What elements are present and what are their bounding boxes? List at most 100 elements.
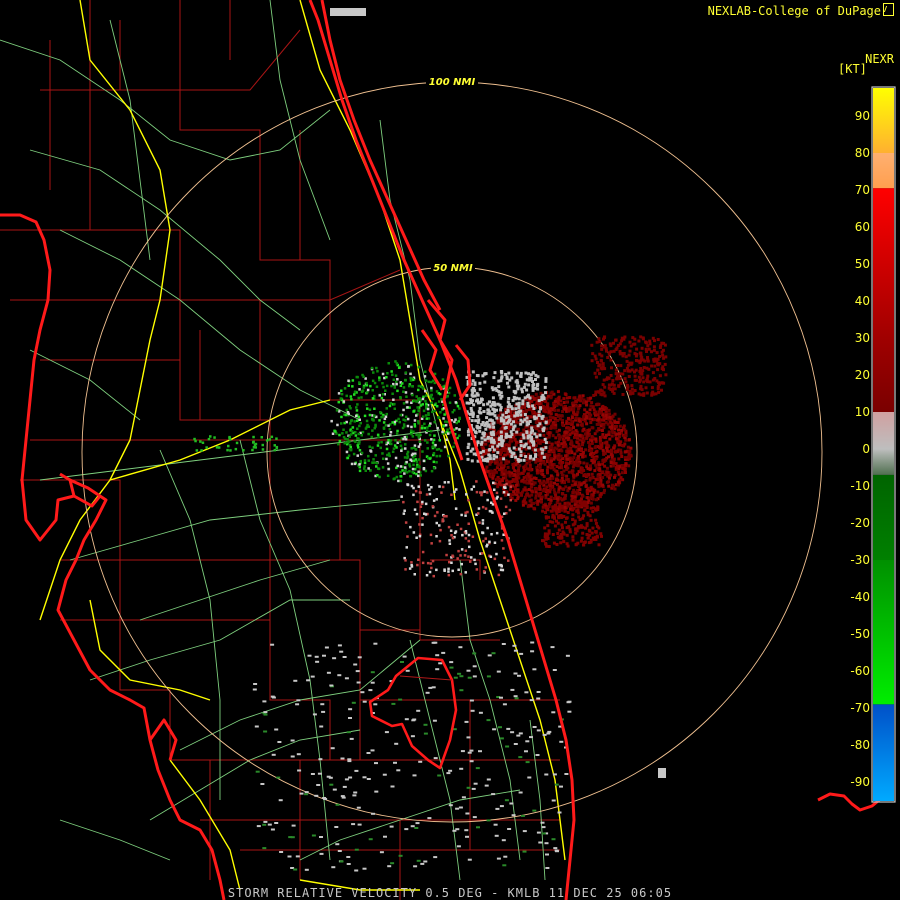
- echo-near-zero: [504, 415, 508, 419]
- echo-clutter: [551, 711, 556, 714]
- echo-inbound: [438, 454, 442, 458]
- echo-clutter: [520, 814, 525, 817]
- echo-outbound: [551, 533, 555, 536]
- echo-outbound: [602, 337, 605, 341]
- echo-near-zero: [519, 418, 523, 422]
- echo-outbound: [590, 401, 594, 405]
- echo-outbound: [633, 389, 637, 392]
- echo-inbound: [416, 406, 419, 409]
- echo-clutter: [412, 774, 417, 777]
- echo-mixed: [417, 485, 420, 488]
- echo-outbound: [524, 464, 528, 468]
- echo-mixed: [447, 567, 450, 571]
- echo-clutter: [495, 807, 500, 810]
- echo-inbound: [418, 440, 422, 443]
- echo-outbound: [548, 415, 552, 419]
- echo-near-zero: [476, 440, 480, 444]
- echo-inbound: [410, 447, 413, 450]
- echo-outbound: [663, 362, 667, 366]
- echo-mixed: [431, 559, 435, 563]
- echo-mixed: [449, 529, 453, 532]
- echo-mixed: [481, 552, 484, 555]
- echo-near-zero: [527, 446, 531, 450]
- echo-clutter: [339, 650, 344, 653]
- echo-mixed: [459, 572, 463, 576]
- echo-outbound: [548, 520, 552, 524]
- echo-outbound: [513, 473, 517, 477]
- echo-outbound: [627, 438, 631, 442]
- echo-outbound: [524, 410, 528, 414]
- echo-inbound: [242, 449, 245, 452]
- echo-inbound: [234, 447, 238, 451]
- echo-outbound: [566, 501, 570, 505]
- echo-outbound: [591, 497, 595, 501]
- echo-outbound: [565, 396, 569, 400]
- echo-near-zero: [504, 426, 508, 429]
- echo-outbound: [581, 494, 585, 498]
- colorbar-band-darkred: [873, 338, 894, 412]
- echo-inbound: [417, 365, 421, 369]
- echo-outbound: [594, 411, 598, 415]
- echo-clutter: [459, 767, 464, 770]
- echo-mixed: [435, 498, 438, 501]
- echo-near-zero: [519, 454, 523, 457]
- echo-outbound: [624, 355, 628, 359]
- echo-clutter: [478, 750, 482, 753]
- echo-outbound: [567, 436, 571, 440]
- echo-inbound: [393, 420, 397, 424]
- echo-clutter: [340, 795, 345, 798]
- echo-mixed: [470, 488, 473, 491]
- echo-clutter: [502, 703, 507, 706]
- echo-mixed: [447, 481, 450, 484]
- echo-outbound: [601, 383, 605, 387]
- colorbar-band-gray-bottom: [873, 449, 894, 475]
- echo-outbound: [589, 464, 592, 468]
- echo-outbound: [566, 489, 570, 493]
- echo-outbound: [650, 350, 653, 354]
- echo-inbound: [432, 438, 436, 442]
- echo-inbound: [361, 430, 365, 434]
- echo-inbound: [200, 449, 203, 452]
- echo-inbound: [417, 384, 421, 388]
- echo-outbound: [645, 366, 649, 370]
- echo-clutter: [411, 719, 416, 722]
- echo-inbound: [432, 460, 436, 464]
- echo-outbound: [566, 466, 570, 470]
- echo-inbound: [448, 386, 452, 390]
- echo-mixed: [474, 562, 477, 566]
- echo-inbound: [404, 371, 408, 374]
- echo-inbound: [349, 395, 353, 398]
- echo-inbound: [392, 398, 395, 401]
- echo-clutter: [335, 843, 340, 846]
- echo-inbound: [402, 437, 405, 441]
- echo-inbound: [373, 414, 376, 417]
- echo-mixed: [403, 509, 406, 512]
- echo-inbound: [375, 366, 378, 370]
- echo-outbound: [502, 472, 506, 476]
- echo-outbound: [639, 387, 643, 391]
- echo-clutter: [464, 720, 469, 723]
- echo-outbound: [555, 519, 558, 523]
- echo-inbound: [253, 443, 257, 447]
- echo-inbound: [395, 382, 398, 386]
- echo-outbound: [585, 403, 589, 407]
- echo-outbound: [562, 540, 566, 544]
- echo-outbound: [571, 479, 575, 483]
- echo-mixed: [503, 512, 506, 515]
- echo-outbound: [576, 423, 580, 427]
- echo-inbound: [406, 450, 410, 454]
- echo-outbound: [556, 408, 560, 412]
- echo-outbound: [618, 350, 622, 353]
- echo-near-zero: [488, 457, 492, 461]
- echo-clutter: [491, 793, 496, 796]
- echo-clutter: [344, 778, 349, 781]
- echo-near-zero: [504, 435, 508, 439]
- echo-outbound: [567, 409, 571, 413]
- echo-outbound: [541, 489, 545, 493]
- echo-outbound: [642, 366, 646, 369]
- echo-outbound: [548, 502, 552, 506]
- echo-outbound: [651, 371, 655, 375]
- echo-outbound: [556, 390, 560, 394]
- echo-outbound: [601, 362, 605, 366]
- echo-outbound: [609, 358, 613, 362]
